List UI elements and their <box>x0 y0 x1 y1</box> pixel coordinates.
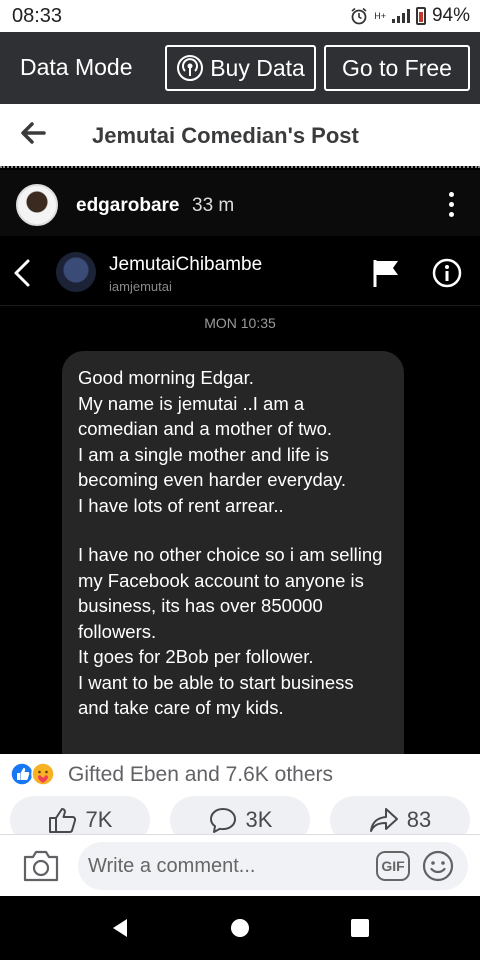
message-paragraph-2: I have no other choice so i am selling m… <box>78 544 383 718</box>
network-type: H+ <box>374 11 386 21</box>
emoji-icon[interactable] <box>422 850 454 882</box>
reaction-icons <box>10 762 55 786</box>
comment-count: 3K <box>245 807 273 832</box>
reactions-summary: Gifted Eben and 7.6K others <box>68 763 334 786</box>
share-icon <box>369 808 398 832</box>
comment-bar: GIF <box>0 834 480 896</box>
action-bar: 7K 3K 83 <box>0 794 480 834</box>
buy-data-label: Buy Data <box>210 54 305 81</box>
like-reaction-icon <box>10 762 34 786</box>
poster-time: 33 m <box>192 195 235 216</box>
nav-home-icon[interactable] <box>228 916 252 940</box>
chevron-left-icon <box>14 259 30 287</box>
battery-percent: 94% <box>431 5 470 26</box>
chat-handle: iamjemutai <box>109 279 172 294</box>
post-image[interactable]: edgarobare 33 m JemutaiChibambe iamjemut… <box>0 170 480 754</box>
post-title: Jemutai Comedian's Post <box>92 123 359 148</box>
back-arrow-icon[interactable] <box>18 118 48 148</box>
avatar <box>16 184 58 226</box>
share-count: 83 <box>406 807 432 832</box>
message-date: MON 10:35 <box>204 315 276 331</box>
gif-icon[interactable]: GIF <box>376 851 410 881</box>
message-paragraph-1: Good morning Edgar. My name is jemutai .… <box>78 367 347 516</box>
reactions-row[interactable]: Gifted Eben and 7.6K others <box>0 754 480 794</box>
chat-header: JemutaiChibambe iamjemutai <box>0 240 480 306</box>
post-header: Jemutai Comedian's Post <box>0 104 480 166</box>
nav-recents-icon[interactable] <box>348 916 372 940</box>
data-mode-label: Data Mode <box>20 54 133 80</box>
chat-name: JemutaiChibambe <box>109 254 263 275</box>
gif-label: GIF <box>381 858 405 874</box>
battery-icon <box>415 7 426 25</box>
data-mode-bar: Data Mode Buy Data Go to Free <box>0 32 480 104</box>
broadcast-icon <box>177 55 204 81</box>
status-time: 08:33 <box>12 5 63 27</box>
poster-name: edgarobare <box>76 195 180 216</box>
message-bubble: Good morning Edgar. My name is jemutai .… <box>62 351 404 754</box>
thumbs-up-icon <box>48 808 76 833</box>
like-count: 7K <box>85 807 113 832</box>
status-right: H+ 94% <box>350 5 470 27</box>
share-button[interactable]: 83 <box>330 796 470 834</box>
more-vert-icon <box>449 192 454 217</box>
info-icon <box>432 258 462 288</box>
camera-icon[interactable] <box>22 849 60 883</box>
status-bar: 08:33 H+ 94% <box>0 0 480 32</box>
nav-back-icon[interactable] <box>108 916 132 940</box>
flag-icon <box>373 260 398 287</box>
care-reaction-icon <box>31 762 55 786</box>
comment-icon <box>209 808 236 833</box>
chat-avatar <box>56 252 96 292</box>
buy-data-button[interactable]: Buy Data <box>165 45 316 91</box>
like-button[interactable]: 7K <box>10 796 150 834</box>
poster-row: edgarobare 33 m <box>0 170 480 236</box>
comment-button[interactable]: 3K <box>170 796 310 834</box>
go-to-free-label: Go to Free <box>342 54 452 81</box>
go-to-free-button[interactable]: Go to Free <box>324 45 470 91</box>
alarm-icon <box>351 7 367 25</box>
system-nav-bar <box>0 896 480 960</box>
signal-icon <box>391 9 410 23</box>
